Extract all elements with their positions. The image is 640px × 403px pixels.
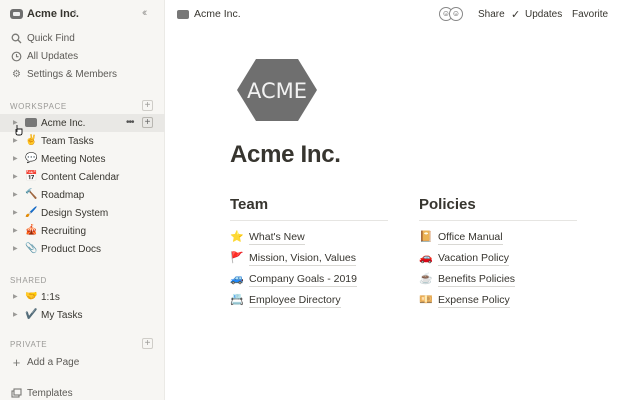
- avatar: ☺: [449, 7, 463, 21]
- sidebar-item-my-tasks[interactable]: ▶ ✔️ My Tasks: [0, 306, 165, 324]
- top-bar: Acme Inc. ☺ ☺ Share ✓ Updates Favorite: [165, 0, 640, 30]
- expand-arrow-icon[interactable]: ▶: [13, 311, 18, 318]
- link-label: Office Manual: [438, 231, 503, 245]
- car-icon: 🚙: [230, 273, 244, 285]
- paintbrush-icon: 🖌️: [25, 207, 38, 218]
- updates-button[interactable]: Updates: [525, 9, 562, 20]
- sidebar-item-label: Meeting Notes: [41, 154, 106, 165]
- flag-icon: 🚩: [230, 252, 244, 264]
- handshake-icon: 🤝: [25, 291, 38, 302]
- sidebar-item-roadmap[interactable]: ▶ 🔨 Roadmap: [0, 186, 165, 204]
- templates-label: Templates: [27, 388, 73, 399]
- divider: [230, 220, 388, 221]
- card-index-icon: 📇: [230, 294, 244, 306]
- speech-bubble-icon: 💬: [25, 153, 38, 164]
- sidebar-item-label: Design System: [41, 208, 109, 219]
- all-updates-button[interactable]: All Updates: [0, 48, 165, 66]
- add-subpage-button[interactable]: +: [142, 117, 153, 128]
- coffee-icon: ☕: [419, 273, 433, 285]
- workspace-logo-icon: [10, 9, 23, 19]
- sidebar-item-design-system[interactable]: ▶ 🖌️ Design System: [0, 204, 165, 222]
- sidebar-item-label: Roadmap: [41, 190, 85, 201]
- expand-arrow-icon[interactable]: ▶: [13, 191, 18, 198]
- search-icon: [11, 33, 22, 44]
- breadcrumb[interactable]: Acme Inc.: [194, 8, 241, 20]
- checkmark-icon: ✔️: [25, 309, 38, 320]
- all-updates-label: All Updates: [27, 51, 79, 62]
- templates-button[interactable]: Templates: [0, 385, 165, 403]
- sidebar: Acme Inc. ⇕ ‹‹ Quick Find All Updates ⚙ …: [0, 0, 165, 400]
- gear-icon: ⚙: [12, 69, 21, 80]
- policies-heading: Policies: [419, 196, 476, 213]
- page-title: Acme Inc.: [230, 141, 341, 168]
- peace-hand-icon: ✌️: [25, 135, 38, 146]
- paperclip-icon: 📎: [25, 243, 38, 254]
- expand-arrow-icon[interactable]: ▶: [13, 227, 18, 234]
- check-icon: ✓: [511, 9, 521, 21]
- sidebar-item-label: My Tasks: [41, 310, 83, 321]
- sidebar-item-meeting-notes[interactable]: ▶ 💬 Meeting Notes: [0, 150, 165, 168]
- expand-arrow-icon[interactable]: ▶: [13, 173, 18, 180]
- expand-arrow-icon[interactable]: ▶: [13, 155, 18, 162]
- link-label: Expense Policy: [438, 294, 510, 308]
- settings-label: Settings & Members: [27, 69, 118, 80]
- link-label: Benefits Policies: [438, 273, 516, 287]
- expand-arrow-icon[interactable]: ▶: [13, 209, 18, 216]
- sidebar-item-acme-inc[interactable]: ▶ Acme Inc. ••• +: [0, 114, 165, 132]
- sidebar-item-team-tasks[interactable]: ▶ ✌️ Team Tasks: [0, 132, 165, 150]
- sidebar-item-recruiting[interactable]: ▶ 🎪 Recruiting: [0, 222, 165, 240]
- sidebar-item-one-on-ones[interactable]: ▶ 🤝 1:1s: [0, 288, 165, 306]
- page-content: ACME Acme Inc. Team Policies ⭐ What's Ne…: [165, 30, 640, 400]
- sidebar-item-content-calendar[interactable]: ▶ 📅 Content Calendar: [0, 168, 165, 186]
- team-heading: Team: [230, 196, 269, 213]
- add-private-page-button[interactable]: +: [142, 338, 153, 349]
- expand-arrow-icon[interactable]: ▶: [13, 293, 18, 300]
- car-icon: 🚗: [419, 252, 433, 264]
- plus-icon: +: [12, 355, 21, 370]
- add-page-label: Add a Page: [27, 357, 80, 368]
- acme-page-icon: [177, 10, 189, 19]
- settings-button[interactable]: ⚙ Settings & Members: [0, 66, 165, 84]
- sidebar-item-label: 1:1s: [41, 292, 60, 303]
- sidebar-item-label: Content Calendar: [41, 172, 120, 183]
- sidebar-item-label: Acme Inc.: [41, 118, 86, 129]
- private-section-label: PRIVATE: [10, 340, 48, 349]
- acme-logo: ACME: [237, 59, 317, 121]
- more-options-icon[interactable]: •••: [126, 117, 134, 128]
- quick-find-button[interactable]: Quick Find: [0, 30, 165, 48]
- quick-find-label: Quick Find: [27, 33, 75, 44]
- add-page-button[interactable]: + Add a Page: [0, 354, 165, 372]
- add-workspace-page-button[interactable]: +: [142, 100, 153, 111]
- calendar-icon: 📅: [25, 171, 38, 182]
- share-button[interactable]: Share: [478, 9, 505, 20]
- sidebar-item-label: Team Tasks: [41, 136, 94, 147]
- divider: [419, 220, 577, 221]
- chevron-up-down-icon: ⇕: [72, 10, 78, 17]
- hammer-icon: 🔨: [25, 189, 38, 200]
- mouse-cursor-icon: [14, 124, 24, 139]
- acme-page-icon: [25, 117, 37, 129]
- expand-arrow-icon[interactable]: ▶: [13, 245, 18, 252]
- circus-tent-icon: 🎪: [25, 225, 38, 236]
- notebook-icon: 📔: [419, 231, 433, 243]
- sidebar-item-product-docs[interactable]: ▶ 📎 Product Docs: [0, 240, 165, 258]
- link-label: Employee Directory: [249, 294, 341, 308]
- money-icon: 💴: [419, 294, 433, 306]
- workspace-section-label: WORKSPACE: [10, 102, 67, 111]
- link-label: What's New: [249, 231, 305, 245]
- templates-icon: [11, 388, 22, 399]
- shared-section-label: SHARED: [10, 276, 47, 285]
- link-label: Vacation Policy: [438, 252, 510, 266]
- clock-icon: [11, 51, 22, 62]
- sidebar-item-label: Recruiting: [41, 226, 87, 237]
- collaborator-avatars[interactable]: ☺ ☺: [439, 7, 469, 23]
- collapse-sidebar-icon[interactable]: ‹‹: [142, 7, 148, 19]
- star-icon: ⭐: [230, 231, 244, 243]
- sidebar-item-label: Product Docs: [41, 244, 102, 255]
- svg-text:ACME: ACME: [247, 79, 307, 103]
- link-label: Company Goals - 2019: [249, 273, 357, 287]
- favorite-button[interactable]: Favorite: [572, 9, 608, 20]
- link-label: Mission, Vision, Values: [249, 252, 356, 266]
- workspace-switcher[interactable]: Acme Inc. ⇕: [0, 0, 165, 30]
